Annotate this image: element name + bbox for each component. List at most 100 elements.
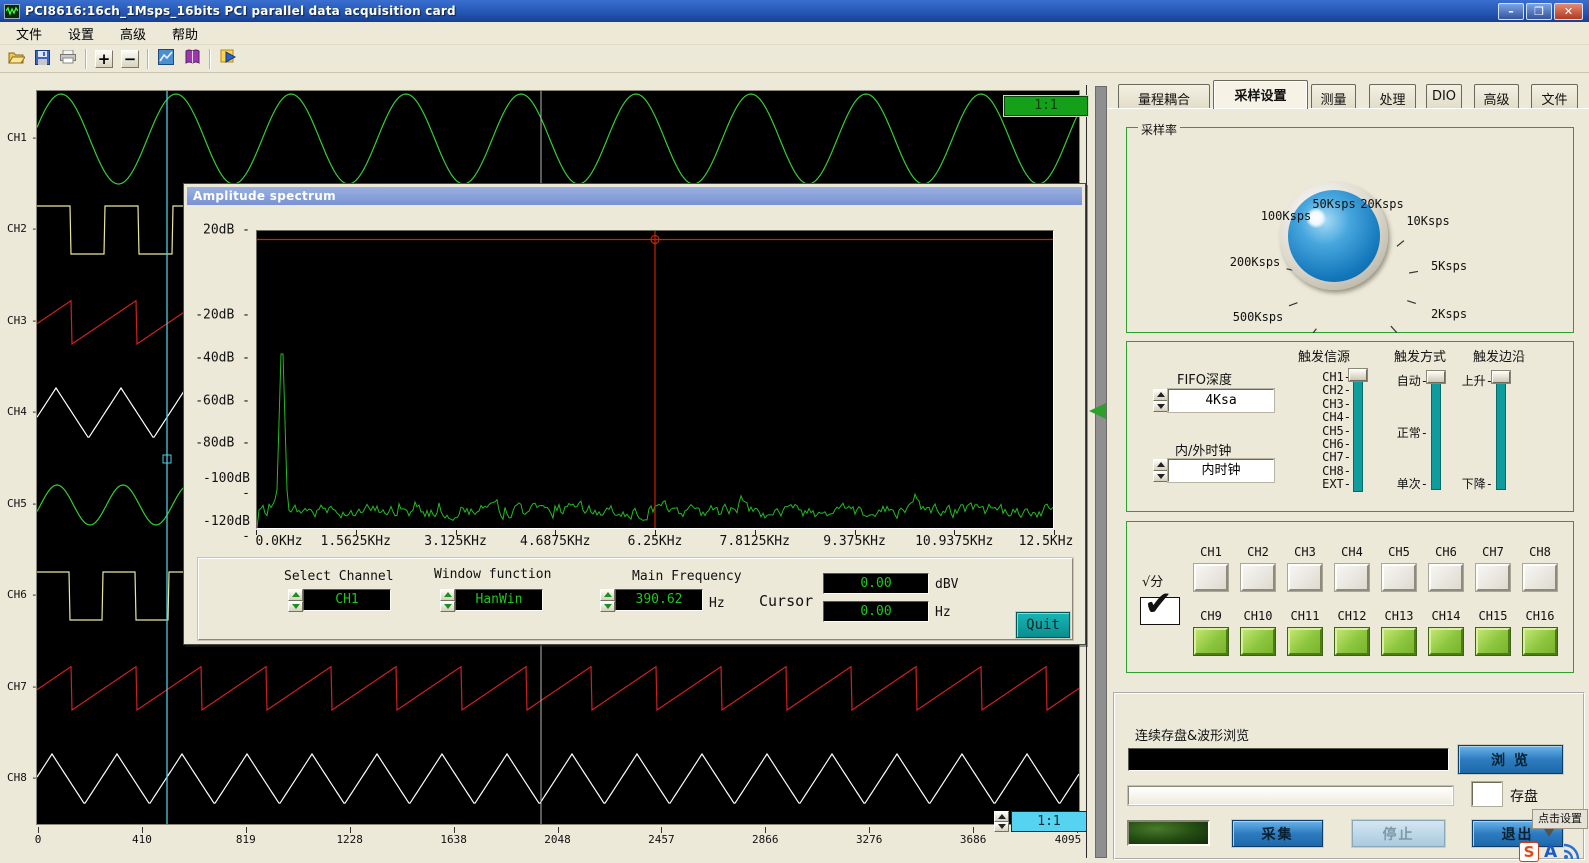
channel-toggle-ch5[interactable]: [1382, 564, 1416, 591]
spinner-down-icon[interactable]: [1153, 401, 1168, 413]
menu-item-1[interactable]: 文件: [12, 22, 46, 45]
trigger-edge-option-上升[interactable]: 上升-: [1423, 372, 1493, 389]
toolbar-help-button[interactable]: [180, 47, 204, 71]
amplitude-spectrum-window[interactable]: Amplitude spectrum 20dB --20dB --40dB --…: [183, 183, 1086, 645]
clock-select-field[interactable]: 内时钟: [1168, 459, 1274, 482]
clock-select-spinner[interactable]: [1153, 459, 1168, 482]
trigger-source-option-ch6[interactable]: CH6-: [1281, 437, 1351, 451]
rss-icon[interactable]: [1562, 843, 1580, 861]
trigger-source-option-ch5[interactable]: CH5-: [1281, 424, 1351, 438]
spinner-up-icon[interactable]: [288, 589, 303, 601]
trigger-edge-slider-handle[interactable]: [1492, 371, 1510, 383]
zoom-ratio-indicator-bottom[interactable]: 1:1: [1011, 811, 1087, 832]
spinner-down-icon[interactable]: [288, 601, 303, 613]
toolbar-run-button[interactable]: [216, 47, 240, 71]
channel-toggle-ch14[interactable]: [1429, 628, 1463, 655]
select-channel-spinner[interactable]: [288, 589, 303, 612]
channel-toggle-ch6[interactable]: [1429, 564, 1463, 591]
spinner-down-icon[interactable]: [1153, 471, 1168, 483]
trigger-source-option-ch4[interactable]: CH4-: [1281, 410, 1351, 424]
close-button[interactable]: ✕: [1554, 3, 1583, 20]
trigger-source-option-ch1[interactable]: CH1-: [1281, 370, 1351, 384]
channel-toggle-ch16[interactable]: [1523, 628, 1557, 655]
maximize-button[interactable]: ❐: [1526, 3, 1552, 20]
trigger-mode-option-正常[interactable]: 正常-: [1358, 424, 1428, 441]
toolbar-print-button[interactable]: [56, 47, 80, 71]
save-checkbox[interactable]: [1472, 782, 1502, 806]
menu-item-3[interactable]: 高级: [116, 22, 150, 45]
tab-7[interactable]: 文件: [1531, 84, 1578, 108]
trigger-source-option-ch8[interactable]: CH8-: [1281, 464, 1351, 478]
spinner-up-icon[interactable]: [1153, 459, 1168, 471]
window-function-spinner[interactable]: [440, 589, 455, 612]
channel-toggle-ch15[interactable]: [1476, 628, 1510, 655]
splitter-bar[interactable]: [1095, 86, 1107, 858]
toolbar-zoom-out-button[interactable]: −: [118, 47, 142, 71]
acquire-button[interactable]: 采集: [1232, 820, 1323, 847]
channel-toggle-ch2[interactable]: [1241, 564, 1275, 591]
trigger-mode-option-单次[interactable]: 单次-: [1358, 475, 1428, 492]
channel-toggle-label-ch15: CH15: [1479, 609, 1508, 623]
channel-toggle-ch13[interactable]: [1382, 628, 1416, 655]
channel-toggle-ch8[interactable]: [1523, 564, 1557, 591]
scope-scale-spinner[interactable]: [994, 811, 1009, 832]
scope-x-label: 1638: [440, 833, 467, 846]
trigger-mode-option-自动[interactable]: 自动-: [1358, 372, 1428, 389]
channel-toggle-ch7[interactable]: [1476, 564, 1510, 591]
trigger-source-option-ch2[interactable]: CH2-: [1281, 383, 1351, 397]
menu-item-4[interactable]: 帮助: [168, 22, 202, 45]
save-icon: [35, 50, 50, 68]
spinner-up-icon[interactable]: [1153, 389, 1168, 401]
spinner-down-icon[interactable]: [994, 822, 1009, 833]
trigger-source-option-ch3[interactable]: CH3-: [1281, 397, 1351, 411]
spectrum-window-titlebar[interactable]: Amplitude spectrum: [187, 187, 1082, 205]
trigger-edge-slider-track[interactable]: [1496, 373, 1506, 490]
menu-item-2[interactable]: 设置: [64, 22, 98, 45]
toolbar-chart-button[interactable]: [154, 47, 178, 71]
spinner-down-icon[interactable]: [600, 601, 615, 613]
trigger-source-option-ch7[interactable]: CH7-: [1281, 450, 1351, 464]
channel-toggle-ch11[interactable]: [1288, 628, 1322, 655]
stop-button[interactable]: 停止: [1352, 820, 1445, 847]
spinner-up-icon[interactable]: [994, 811, 1009, 822]
browse-button[interactable]: 浏 览: [1458, 745, 1563, 774]
toolbar-zoom-in-button[interactable]: +: [92, 47, 116, 71]
acquisition-led: [1127, 820, 1210, 846]
channel-toggle-ch1[interactable]: [1194, 564, 1228, 591]
ime-s-icon[interactable]: S: [1519, 842, 1539, 862]
tab-5[interactable]: DIO: [1426, 84, 1462, 108]
main-frequency-spinner[interactable]: [600, 589, 615, 612]
toolbar-save-button[interactable]: [30, 47, 54, 71]
save-path-field[interactable]: [1128, 748, 1449, 771]
tab-2[interactable]: 采样设置: [1213, 80, 1308, 109]
trigger-mode-slider-track[interactable]: [1431, 373, 1441, 490]
split-mode-checkbox[interactable]: ✔: [1140, 597, 1180, 625]
main-frequency-field[interactable]: 390.62: [615, 589, 703, 611]
tab-3[interactable]: 测量: [1311, 84, 1356, 108]
toolbar-open-button[interactable]: [4, 47, 28, 71]
tab-4[interactable]: 处理: [1369, 84, 1416, 108]
window-function-field[interactable]: HanWin: [455, 589, 543, 611]
channel-toggle-ch12[interactable]: [1335, 628, 1369, 655]
fifo-depth-spinner[interactable]: [1153, 389, 1168, 412]
collapse-arrow-icon[interactable]: [1089, 403, 1106, 419]
channel-toggle-ch10[interactable]: [1241, 628, 1275, 655]
main-frequency-unit: Hz: [709, 596, 725, 611]
quit-button[interactable]: Quit: [1016, 612, 1070, 638]
channel-toggle-ch3[interactable]: [1288, 564, 1322, 591]
trigger-edge-option-下降[interactable]: 下降-: [1423, 475, 1493, 492]
ime-a-icon[interactable]: A: [1544, 842, 1557, 862]
minimize-button[interactable]: –: [1498, 3, 1524, 20]
spinner-up-icon[interactable]: [600, 589, 615, 601]
channel-toggle-ch9[interactable]: [1194, 628, 1228, 655]
channel-toggle-ch4[interactable]: [1335, 564, 1369, 591]
tab-6[interactable]: 高级: [1474, 84, 1519, 108]
spinner-up-icon[interactable]: [440, 589, 455, 601]
select-channel-field[interactable]: CH1: [303, 589, 391, 611]
fifo-depth-field[interactable]: 4Ksa: [1168, 389, 1274, 412]
spectrum-y-label: -80dB -: [188, 436, 250, 451]
trigger-source-option-ext[interactable]: EXT-: [1281, 477, 1351, 491]
tab-1[interactable]: 量程耦合: [1118, 84, 1210, 108]
spinner-down-icon[interactable]: [440, 601, 455, 613]
cursor-hz-unit: Hz: [935, 605, 951, 620]
